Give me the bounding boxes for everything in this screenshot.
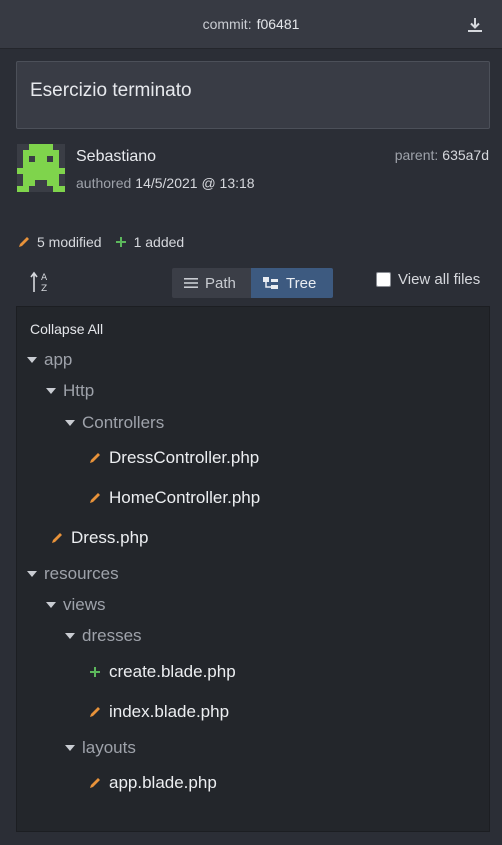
pencil-icon [52,533,62,543]
modified-count: 5 modified [37,234,102,250]
parent-label: parent: [394,147,439,163]
commit-title: commit: f06481 [0,16,502,32]
path-view-button[interactable]: Path [172,268,251,298]
parent-info: parent: 635a7d [395,147,489,163]
pencil-icon [90,778,100,788]
author-name: Sebastiano [76,148,157,165]
tree-folder[interactable]: Http [46,381,94,401]
tree-node-label: dresses [82,626,142,645]
tree-file[interactable]: DressController.php [88,448,259,468]
view-all-files-toggle[interactable]: View all files [376,271,480,288]
svg-text:A: A [41,273,48,283]
commit-header: commit: f06481 [0,0,502,49]
list-icon [184,278,198,288]
authored-info: authored 14/5/2021 @ 13:18 [76,175,255,191]
tree-folder[interactable]: layouts [65,738,136,758]
view-all-files-checkbox[interactable] [376,272,391,287]
caret-down-icon[interactable] [65,420,75,426]
commit-label: commit: [202,16,252,32]
tree-folder[interactable]: views [46,595,106,615]
plus-icon [115,237,126,247]
svg-text:Z: Z [41,284,47,294]
authored-label: authored [76,175,132,191]
tree-view-label: Tree [286,274,317,292]
tree-file[interactable]: create.blade.php [88,662,236,682]
caret-down-icon[interactable] [65,633,75,639]
tree-node-label: layouts [82,738,136,757]
plus-icon [90,667,100,677]
caret-down-icon[interactable] [46,602,56,608]
tree-file[interactable]: HomeController.php [88,488,260,508]
commit-message: Esercizio terminato [30,80,192,101]
tree-folder[interactable]: Controllers [65,413,164,433]
file-tree-panel: Collapse All app Http Controllers DressC… [16,306,490,832]
tree-node-label: DressController.php [109,448,260,467]
tree-node-label: views [63,595,106,614]
tree-file[interactable]: index.blade.php [88,702,229,722]
pencil-icon [90,453,100,463]
tree-node-label: Http [63,381,95,400]
path-view-label: Path [205,274,236,292]
caret-down-icon[interactable] [27,357,37,363]
tree-node-label: index.blade.php [109,702,230,721]
sort-az-icon[interactable]: A Z [30,270,52,294]
avatar [17,144,65,192]
tree-node-label: HomeController.php [109,488,261,507]
authored-date: 14/5/2021 @ 13:18 [135,175,255,191]
tree-node-label: create.blade.php [109,662,236,681]
change-stats: 5 modified 1 added [17,234,184,250]
tree-folder[interactable]: dresses [65,626,142,646]
pencil-icon [90,493,100,503]
download-icon[interactable] [466,16,484,34]
added-stat: 1 added [114,234,185,250]
tree-node-label: Dress.php [71,528,149,547]
tree-folder[interactable]: resources [27,564,119,584]
added-count: 1 added [133,234,185,250]
tree-node-label: app [44,350,73,369]
tree-node-label: resources [44,564,119,583]
caret-down-icon[interactable] [46,388,56,394]
tree-node-label: Controllers [82,413,165,432]
view-all-files-label: View all files [398,271,481,288]
tree-node-label: app.blade.php [109,773,217,792]
tree-icon [263,277,278,289]
tree-file[interactable]: app.blade.php [88,773,217,793]
pencil-icon [90,707,100,717]
parent-sha[interactable]: 635a7d [442,147,489,163]
caret-down-icon[interactable] [27,571,37,577]
tree-file[interactable]: Dress.php [50,528,148,548]
tree-view-button[interactable]: Tree [251,268,333,298]
view-toggle: Path Tree [172,268,333,298]
collapse-all-button[interactable]: Collapse All [30,321,103,337]
pencil-icon [19,237,29,247]
commit-message-box: Esercizio terminato [16,61,490,129]
commit-sha[interactable]: f06481 [257,16,300,32]
caret-down-icon[interactable] [65,745,75,751]
tree-folder[interactable]: app [27,350,72,370]
